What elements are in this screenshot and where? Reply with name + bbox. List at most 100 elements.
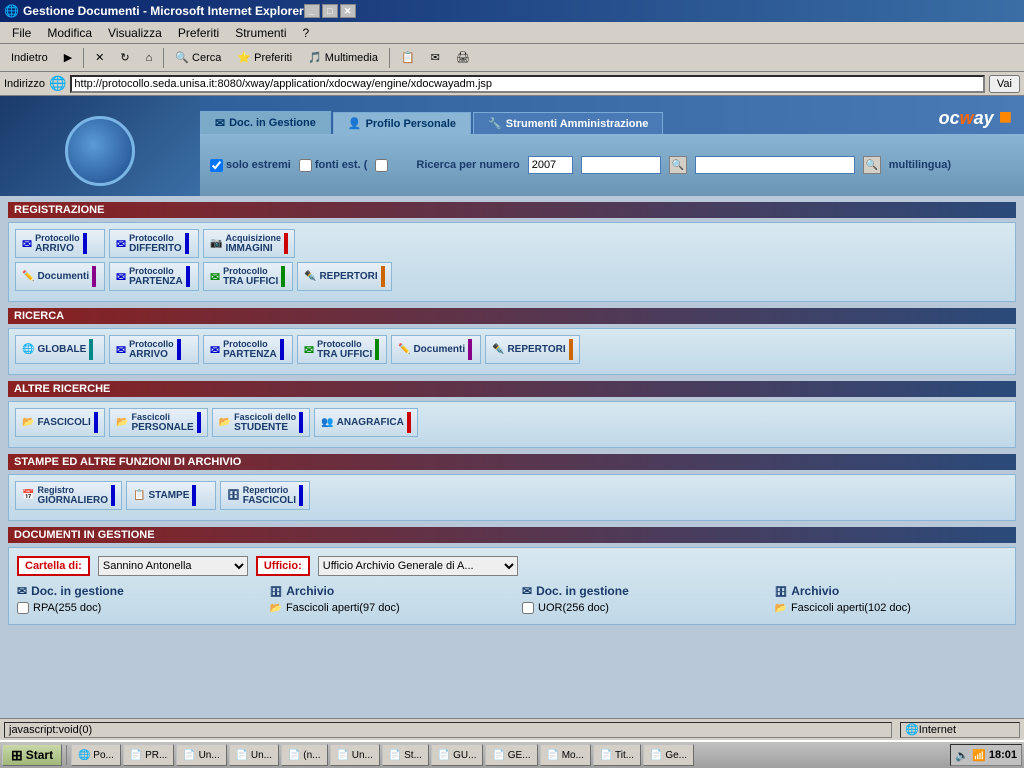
col4-archive-icon bbox=[775, 584, 788, 598]
windows-icon: ⊞ bbox=[11, 747, 23, 764]
search-secondary-input[interactable] bbox=[695, 156, 855, 174]
cartella-label: Cartella di: bbox=[17, 556, 90, 576]
stop-btn[interactable]: ✕ bbox=[88, 47, 111, 69]
fasc-icon3: 📂 bbox=[775, 603, 787, 614]
fonti-est-checkbox[interactable] bbox=[299, 159, 312, 172]
taskbar-item-9[interactable]: 📄 Mo... bbox=[540, 744, 591, 766]
reg-icon bbox=[22, 490, 34, 501]
ufficio-select[interactable]: Ufficio Archivio Generale di A... bbox=[318, 556, 518, 576]
menu-strumenti[interactable]: Strumenti bbox=[227, 24, 294, 42]
fasc-pers-icon bbox=[116, 417, 128, 428]
anagrafica-btn[interactable]: ANAGRAFICA bbox=[314, 408, 418, 437]
multimedia-btn[interactable]: 🎵 Multimedia bbox=[301, 47, 385, 69]
menu-help[interactable]: ? bbox=[295, 24, 318, 42]
mail-btn[interactable]: ✉ bbox=[424, 47, 447, 69]
multilingua-checkbox[interactable] bbox=[375, 159, 388, 172]
taskbar-item-1[interactable]: 📄 PR... bbox=[123, 744, 174, 766]
cartella-select[interactable]: Sannino Antonella bbox=[98, 556, 248, 576]
prot-partenza-search-btn[interactable]: Protocollo PARTENZA bbox=[203, 335, 293, 364]
taskbar-item-8[interactable]: 📄 GE... bbox=[485, 744, 537, 766]
forward-btn[interactable]: ▶ bbox=[57, 47, 79, 69]
registrazione-header: REGISTRAZIONE bbox=[8, 202, 1016, 218]
taskbar-item-10[interactable]: 📄 Tit... bbox=[593, 744, 641, 766]
fascicoli-studente-btn[interactable]: Fascicoli dello STUDENTE bbox=[212, 408, 310, 437]
taskbar-item-6[interactable]: 📄 St... bbox=[382, 744, 429, 766]
solo-estremi-label: solo estremi bbox=[210, 159, 291, 172]
prot-arrivo-search-btn[interactable]: Protocollo ARRIVO bbox=[109, 335, 199, 364]
doc-col-1: Doc. in gestione RPA(255 doc) bbox=[17, 584, 250, 616]
rpa-checkbox[interactable] bbox=[17, 602, 29, 614]
zone-icon: 🌐 bbox=[905, 723, 919, 736]
search-btn-toolbar[interactable]: 🔍 Cerca bbox=[168, 47, 228, 69]
search-year-input[interactable] bbox=[528, 156, 573, 174]
taskbar-item-4[interactable]: 📄 (n... bbox=[281, 744, 327, 766]
protocollo-differito-btn[interactable]: Protocollo DIFFERITO bbox=[109, 229, 199, 258]
protocollo-arrivo-btn[interactable]: Protocollo ARRIVO bbox=[15, 229, 105, 258]
taskbar-item-2[interactable]: 📄 Un... bbox=[176, 744, 226, 766]
window-controls[interactable]: _ □ ✕ bbox=[304, 4, 356, 18]
close-btn[interactable]: ✕ bbox=[340, 4, 356, 18]
print-btn[interactable]: 🖨 bbox=[449, 47, 477, 69]
window-icon: 🌐 bbox=[4, 4, 19, 18]
taskbar-item-3[interactable]: 📄 Un... bbox=[229, 744, 279, 766]
favorites-btn[interactable]: ⭐ Preferiti bbox=[230, 47, 299, 69]
back-btn[interactable]: Indietro bbox=[4, 47, 55, 69]
documenti-reg-btn[interactable]: ✏️ Documenti bbox=[15, 262, 105, 291]
menu-preferiti[interactable]: Preferiti bbox=[170, 24, 227, 42]
search-go-btn[interactable]: 🔍 bbox=[669, 156, 687, 174]
protocollo-tra-uffici-btn[interactable]: Protocollo TRA UFFICI bbox=[203, 262, 293, 291]
menu-file[interactable]: File bbox=[4, 24, 39, 42]
prot-tra-uffici-search-btn[interactable]: Protocollo TRA UFFICI bbox=[297, 335, 387, 364]
minimize-btn[interactable]: _ bbox=[304, 4, 320, 18]
doc-col-3: Doc. in gestione UOR(256 doc) bbox=[522, 584, 755, 616]
start-button[interactable]: ⊞ Start bbox=[2, 744, 62, 766]
stamp-icon bbox=[133, 490, 145, 501]
repertori-search-btn[interactable]: ✒️ REPERTORI bbox=[485, 335, 580, 364]
tab-profilo[interactable]: 👤 Profilo Personale bbox=[333, 112, 471, 134]
search-bar: solo estremi fonti est. ( Ricerca per nu… bbox=[200, 134, 1024, 196]
menubar: File Modifica Visualizza Preferiti Strum… bbox=[0, 22, 1024, 44]
taskbar-item-5[interactable]: 📄 Un... bbox=[330, 744, 380, 766]
taskbar-item-0[interactable]: 🌐 Po... bbox=[71, 744, 121, 766]
history-btn[interactable]: 📋 bbox=[394, 47, 422, 69]
search-secondary-btn[interactable]: 🔍 bbox=[863, 156, 881, 174]
app-logo bbox=[0, 96, 200, 196]
address-input[interactable] bbox=[70, 75, 985, 93]
ufficio-label: Ufficio: bbox=[256, 556, 310, 576]
tab-doc-gestione[interactable]: Doc. in Gestione bbox=[200, 111, 331, 134]
taskbar-item-7[interactable]: 📄 GU... bbox=[431, 744, 484, 766]
fascicoli-btn[interactable]: FASCICOLI bbox=[15, 408, 105, 437]
rpa-doc-item: RPA(255 doc) bbox=[33, 602, 101, 614]
fascicoli-personale-btn[interactable]: Fascicoli PERSONALE bbox=[109, 408, 208, 437]
address-icon: 🌐 bbox=[49, 75, 66, 92]
multilingua-label bbox=[375, 159, 388, 172]
zone-pane: 🌐 Internet bbox=[900, 722, 1020, 738]
fasc-aperti-item: Fascicoli aperti(97 doc) bbox=[286, 602, 400, 614]
prot-arrivo-icon bbox=[22, 237, 32, 251]
globale-btn[interactable]: GLOBALE bbox=[15, 335, 105, 364]
registro-giornaliero-btn[interactable]: Registro GIORNALIERO bbox=[15, 481, 122, 510]
address-label: Indirizzo bbox=[4, 78, 45, 90]
protocollo-partenza-btn[interactable]: Protocollo PARTENZA bbox=[109, 262, 199, 291]
col1-envelope-icon bbox=[17, 584, 27, 598]
doc-gestione-header: DOCUMENTI IN GESTIONE bbox=[8, 527, 1016, 543]
doc-gestione-content: Cartella di: Sannino Antonella Ufficio: … bbox=[8, 547, 1016, 625]
stampe-btn[interactable]: STAMPE bbox=[126, 481, 216, 510]
acq-icon: 📷 bbox=[210, 238, 222, 249]
repertorio-fascicoli-btn[interactable]: Repertorio FASCICOLI bbox=[220, 481, 310, 510]
refresh-btn[interactable]: ↻ bbox=[113, 47, 136, 69]
taskbar-item-11[interactable]: 📄 Ge... bbox=[643, 744, 694, 766]
solo-estremi-checkbox[interactable] bbox=[210, 159, 223, 172]
uor-checkbox[interactable] bbox=[522, 602, 534, 614]
prot-part-icon bbox=[116, 270, 126, 284]
search-num-input[interactable] bbox=[581, 156, 661, 174]
go-btn[interactable]: Vai bbox=[989, 75, 1020, 93]
repertori-reg-btn[interactable]: ✒️ REPERTORI bbox=[297, 262, 392, 291]
menu-modifica[interactable]: Modifica bbox=[39, 24, 100, 42]
maximize-btn[interactable]: □ bbox=[322, 4, 338, 18]
acquisizione-immagini-btn[interactable]: 📷 Acquisizione IMMAGINI bbox=[203, 229, 295, 258]
home-btn[interactable]: ⌂ bbox=[139, 47, 160, 69]
tab-strumenti[interactable]: 🔧 Strumenti Amministrazione bbox=[473, 112, 663, 134]
menu-visualizza[interactable]: Visualizza bbox=[100, 24, 170, 42]
documenti-search-btn[interactable]: ✏️ Documenti bbox=[391, 335, 481, 364]
